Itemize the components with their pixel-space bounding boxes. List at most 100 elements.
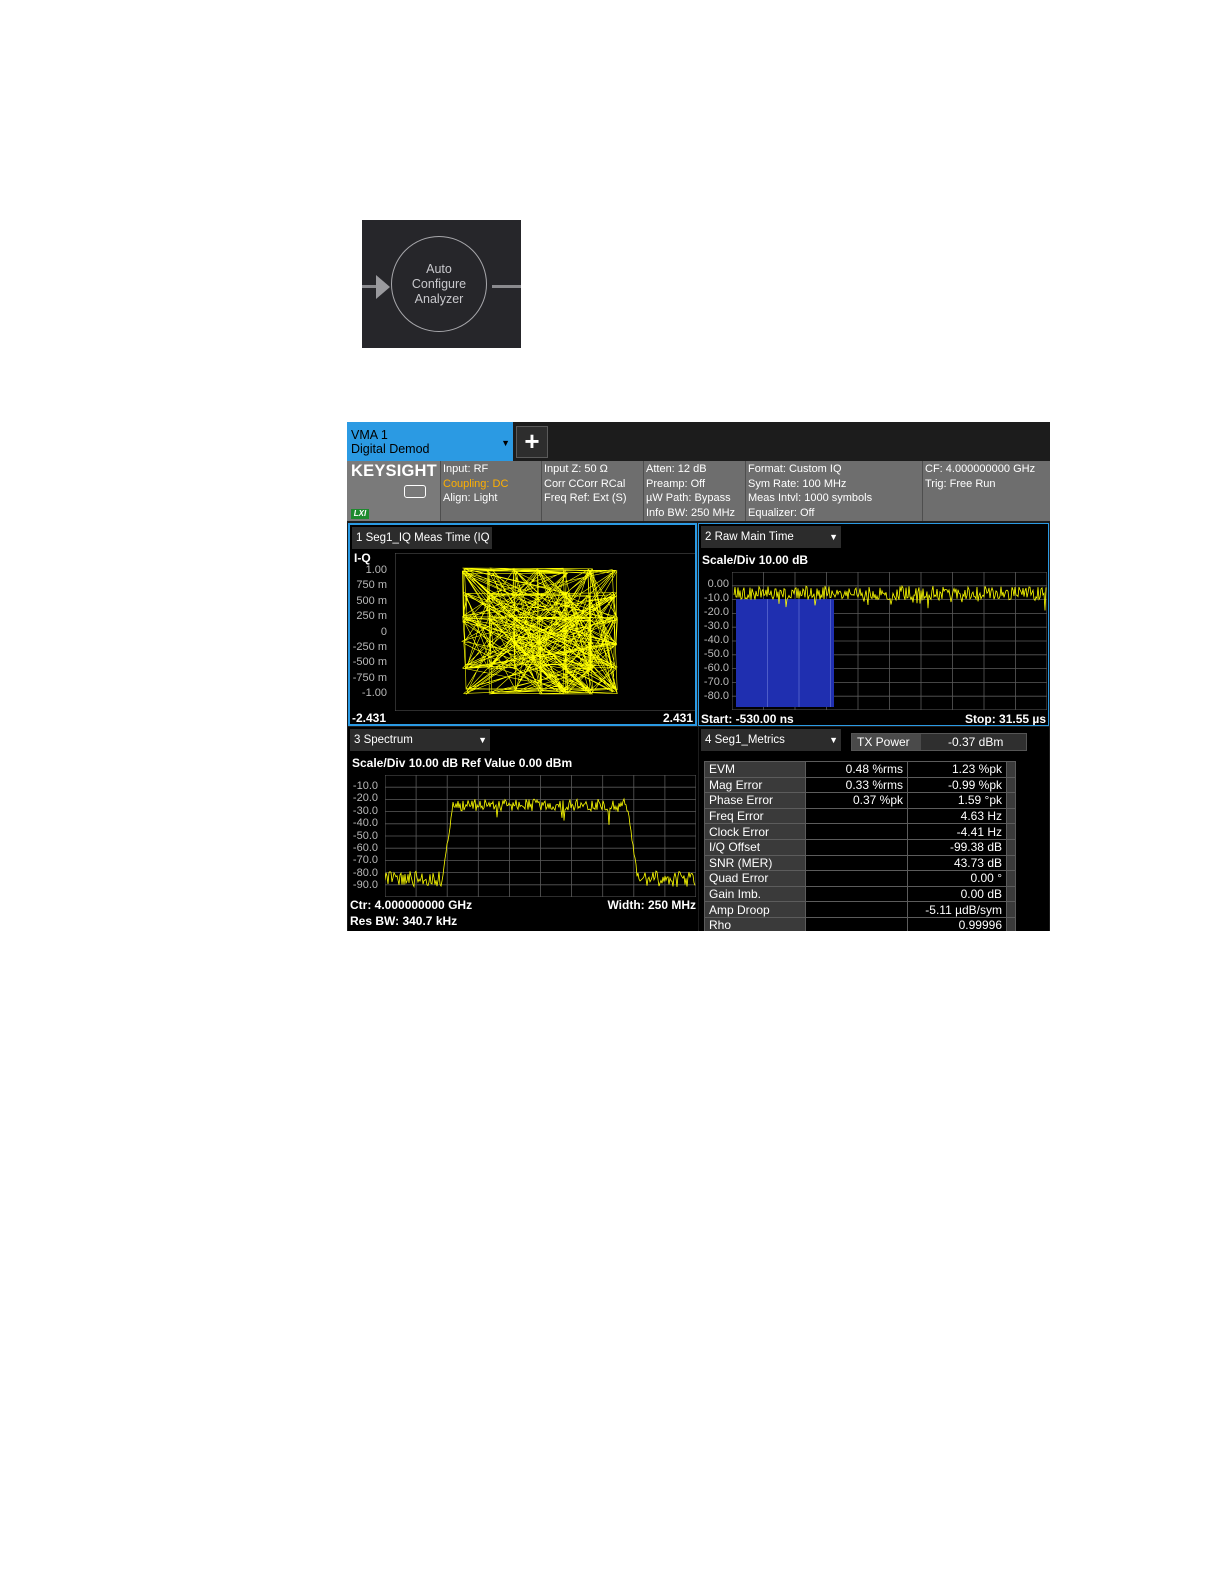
metric-v1: 0.33 %rms bbox=[805, 776, 908, 794]
rbw-label: Res BW: 340.7 kHz bbox=[350, 914, 458, 928]
pane3-scale: Scale/Div 10.00 dB Ref Value 0.00 dBm bbox=[352, 756, 573, 770]
metric-v1 bbox=[805, 823, 908, 840]
info-bw-value: Info BW: 250 MHz bbox=[646, 506, 736, 519]
metric-v2: -99.38 dB bbox=[907, 838, 1007, 856]
auto-configure-button[interactable]: Auto Configure Analyzer bbox=[391, 236, 487, 332]
scrollbar-track[interactable] bbox=[1006, 838, 1016, 856]
arrow-right-icon bbox=[376, 275, 390, 299]
pane2-title-dropdown[interactable]: 2 Raw Main Time ▼ bbox=[701, 526, 841, 548]
y-tick-label: 0.00 bbox=[707, 578, 729, 590]
tx-power-value: -0.37 dBm bbox=[948, 735, 1004, 749]
format-settings[interactable]: Format: Custom IQ Sym Rate: 100 MHz Meas… bbox=[745, 461, 922, 521]
freq-trig-settings[interactable]: CF: 4.000000000 GHz Trig: Free Run bbox=[922, 461, 1050, 521]
pane4-title-dropdown[interactable]: 4 Seg1_Metrics ▼ bbox=[701, 729, 841, 751]
y-tick-label: -40.0 bbox=[352, 817, 378, 830]
y-tick-label: 250 m bbox=[356, 610, 387, 623]
tab-vma-digital-demod[interactable]: VMA 1 Digital Demod ▼ bbox=[347, 422, 513, 461]
flow-line-left bbox=[362, 285, 376, 288]
pane-iq-meas-time[interactable]: 1 Seg1_IQ Meas Time (IQ I-Q 1.00 750 m 500… bbox=[348, 523, 697, 726]
y-tick-label: 0 bbox=[380, 625, 387, 638]
scrollbar-track[interactable] bbox=[1006, 885, 1016, 903]
lxi-badge: LXI bbox=[351, 509, 369, 519]
flow-line-right bbox=[492, 285, 521, 288]
y-tick-label: -80.0 bbox=[352, 866, 378, 879]
auto-configure-analyzer-icon[interactable]: Auto Configure Analyzer bbox=[362, 220, 521, 348]
screen-display-icon[interactable] bbox=[404, 485, 426, 498]
preamp-value: Preamp: Off bbox=[646, 477, 706, 490]
metrics-row: Gain Imb. 0.00 dB bbox=[704, 885, 1016, 903]
pane1-title-dropdown[interactable]: 1 Seg1_IQ Meas Time (IQ bbox=[352, 527, 492, 549]
pane-raw-main-time[interactable]: 2 Raw Main Time ▼ Scale/Div 10.00 dB 0.0… bbox=[698, 523, 1049, 726]
metric-v2: -5.11 µdB/sym bbox=[907, 901, 1007, 918]
metrics-row: Amp Droop -5.11 µdB/sym bbox=[704, 901, 1016, 918]
start-time-label: Start: -530.00 ns bbox=[701, 712, 794, 726]
metric-label: EVM bbox=[704, 761, 806, 778]
scrollbar-track[interactable] bbox=[1006, 761, 1016, 778]
auto-label-line2: Configure bbox=[411, 276, 467, 291]
scrollbar-track[interactable] bbox=[1006, 792, 1016, 809]
metric-v2: -0.99 %pk bbox=[907, 776, 1007, 794]
iq-constellation-plot bbox=[395, 553, 695, 711]
scrollbar-track[interactable] bbox=[1006, 916, 1016, 931]
metric-label: Gain Imb. bbox=[704, 885, 806, 903]
pane1-title: 1 Seg1_IQ Meas Time (IQ bbox=[356, 532, 490, 544]
pane3-title-dropdown[interactable]: 3 Spectrum ▼ bbox=[350, 729, 490, 751]
y-tick-label: -70.0 bbox=[352, 854, 378, 867]
center-freq-label: Ctr: 4.000000000 GHz bbox=[350, 898, 473, 912]
raw-time-plot bbox=[732, 572, 1047, 710]
metric-v2: 1.23 %pk bbox=[907, 761, 1007, 778]
metric-v1 bbox=[805, 838, 908, 856]
scrollbar-track[interactable] bbox=[1006, 776, 1016, 794]
x-stop-label: 2.431 bbox=[662, 711, 693, 725]
input-settings[interactable]: Input: RF Coupling: DC Align: Light bbox=[440, 461, 541, 521]
scrollbar-track[interactable] bbox=[1006, 901, 1016, 918]
pane-metrics[interactable]: 4 Seg1_Metrics ▼ TX Power -0.37 dBm EVM 0… bbox=[699, 727, 1049, 931]
metrics-row: Clock Error -4.41 Hz bbox=[704, 823, 1016, 840]
metric-label: Phase Error bbox=[704, 792, 806, 809]
x-start-label: -2.431 bbox=[352, 711, 387, 725]
y-tick-label: -20.0 bbox=[703, 606, 729, 618]
add-screen-button[interactable]: + bbox=[516, 426, 548, 458]
trace-label: I-Q bbox=[354, 551, 371, 565]
metric-label: Mag Error bbox=[704, 776, 806, 794]
format-value: Format: Custom IQ bbox=[748, 463, 842, 475]
meas-intvl-value: Meas Intvl: 1000 symbols bbox=[748, 492, 873, 504]
pane4-title: 4 Seg1_Metrics bbox=[705, 734, 785, 746]
metric-v1 bbox=[805, 854, 908, 872]
equalizer-value: Equalizer: Off bbox=[748, 506, 815, 519]
chevron-down-icon[interactable]: ▼ bbox=[478, 729, 487, 751]
pane-spectrum[interactable]: 3 Spectrum ▼ Scale/Div 10.00 dB Ref Valu… bbox=[348, 727, 698, 931]
y-tick-label: -20.0 bbox=[352, 792, 378, 805]
metric-v1 bbox=[805, 885, 908, 903]
chevron-down-icon[interactable]: ▼ bbox=[829, 729, 838, 751]
scrollbar-track[interactable] bbox=[1006, 870, 1016, 887]
atten-settings[interactable]: Atten: 12 dB Preamp: Off µW Path: Bypass… bbox=[643, 461, 745, 521]
uw-path-value: µW Path: Bypass bbox=[646, 492, 731, 504]
metric-v1 bbox=[805, 870, 908, 887]
y-tick-label: -50.0 bbox=[703, 648, 729, 660]
scrollbar-track[interactable] bbox=[1006, 823, 1016, 840]
y-tick-label: -250 m bbox=[352, 641, 387, 653]
keysight-logo: KEYSIGHT bbox=[351, 462, 437, 480]
auto-label-line1: Auto bbox=[426, 261, 452, 276]
scrollbar-track[interactable] bbox=[1006, 807, 1016, 825]
metric-label: I/Q Offset bbox=[704, 838, 806, 856]
scrollbar-track[interactable] bbox=[1006, 854, 1016, 872]
chevron-down-icon[interactable]: ▼ bbox=[829, 526, 838, 548]
atten-value: Atten: 12 dB bbox=[646, 463, 707, 475]
spectrum-plot bbox=[385, 775, 696, 897]
pane2-title: 2 Raw Main Time bbox=[705, 531, 794, 543]
metrics-table: EVM 0.48 %rms 1.23 %pk Mag Error 0.33 %rms -0… bbox=[704, 761, 1016, 931]
metric-v2: 43.73 dB bbox=[907, 854, 1007, 872]
y-tick-label: 500 m bbox=[356, 594, 387, 607]
tab-line2: Digital Demod bbox=[351, 442, 430, 456]
metric-v2: -4.41 Hz bbox=[907, 823, 1007, 840]
y-tick-label: -50.0 bbox=[352, 829, 378, 842]
y-tick-label: -30.0 bbox=[703, 620, 729, 632]
y-tick-label: -30.0 bbox=[352, 804, 378, 817]
chevron-down-icon[interactable]: ▼ bbox=[501, 436, 510, 450]
y-tick-label: -40.0 bbox=[703, 634, 729, 646]
corr-value: Corr CCorr RCal bbox=[544, 477, 626, 490]
metrics-row: Phase Error 0.37 %pk 1.59 °pk bbox=[704, 792, 1016, 809]
input-z-settings[interactable]: Input Z: 50 Ω Corr CCorr RCal Freq Ref: … bbox=[541, 461, 643, 521]
